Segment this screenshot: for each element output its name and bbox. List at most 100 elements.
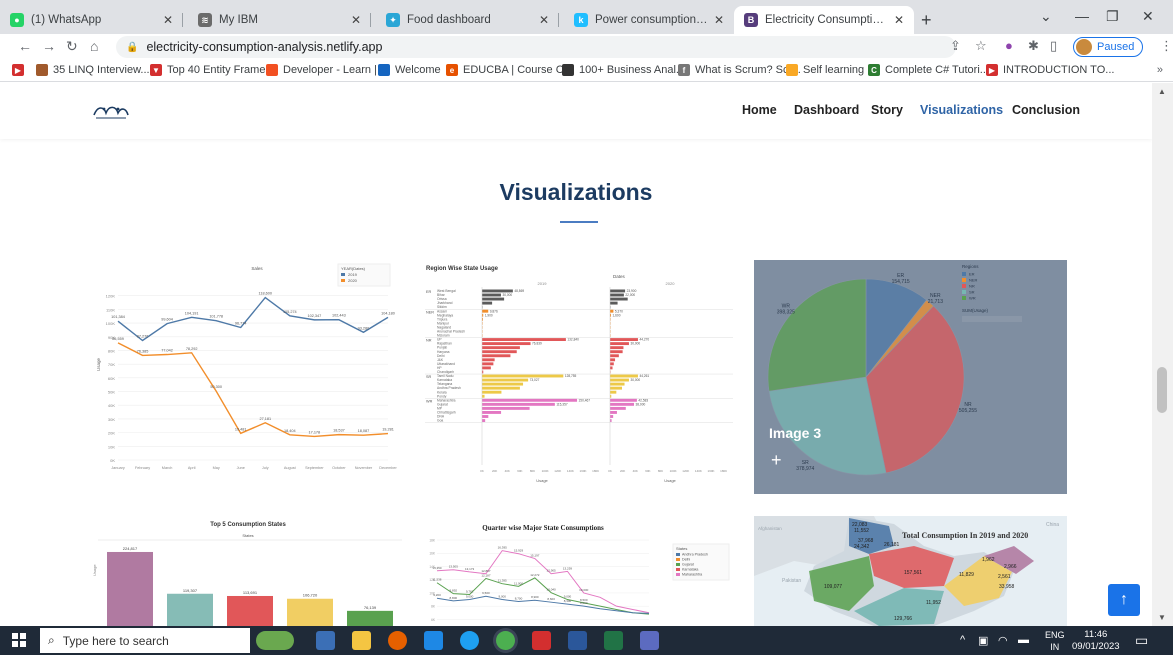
nav-dashboard[interactable]: Dashboard bbox=[794, 103, 859, 117]
map-value-label: 11,952 bbox=[926, 600, 941, 606]
nav-conclusion[interactable]: Conclusion bbox=[1012, 103, 1080, 117]
top5-states-bar-chart: Top 5 Consumption States States Usage 224,8… bbox=[92, 522, 402, 626]
chart-card-regional-pie[interactable]: ER 154,715 NER 21,713 NR 505,255 SR 378,974 WR 39… bbox=[754, 260, 1067, 494]
nav-visualizations[interactable]: Visualizations bbox=[920, 103, 1003, 117]
chart-card-monthly-usage[interactable]: 0K 10K 20K 30K 40K 50K 60K 70K 80K 90K 100K 110K 120… bbox=[92, 260, 398, 487]
taskbar-search-input[interactable]: ⌕ Type here to search bbox=[40, 628, 250, 653]
word-icon[interactable] bbox=[568, 631, 587, 650]
bar bbox=[610, 402, 634, 406]
bookmark-item[interactable]: C Complete C# Tutori... bbox=[868, 64, 989, 76]
firefox-icon[interactable] bbox=[388, 631, 407, 650]
tab-food-dashboard[interactable]: ✦ Food dashboard ✕ bbox=[376, 6, 559, 34]
windows-start-icon[interactable] bbox=[12, 633, 26, 647]
pie-slice-WR bbox=[767, 278, 867, 392]
more-bookmarks-icon[interactable]: » bbox=[1157, 64, 1163, 76]
bar bbox=[610, 354, 619, 358]
bookmark-item[interactable]: e EDUCBA | Course C... bbox=[446, 64, 573, 76]
language-indicator[interactable]: ENG IN bbox=[1045, 629, 1065, 653]
series-line-2020 bbox=[117, 342, 389, 438]
chart-card-top5-states[interactable]: Top 5 Consumption States States Usage 224,8… bbox=[92, 516, 405, 626]
edge-icon[interactable] bbox=[460, 631, 479, 650]
excel-icon[interactable] bbox=[604, 631, 623, 650]
tab-whatsapp[interactable]: ● (1) WhatsApp ✕ bbox=[0, 6, 183, 34]
chart-card-region-usage[interactable]: Region Wise State Usage Dates 2019 2020 ER We… bbox=[423, 260, 735, 487]
puzzle-icon[interactable]: ✱ bbox=[1028, 38, 1039, 54]
close-tab-icon[interactable]: ✕ bbox=[351, 13, 361, 27]
data-label: 76,139 bbox=[364, 605, 377, 610]
notifications-icon[interactable]: ▭ bbox=[1135, 632, 1148, 649]
tab-title: Power consumption in India(2019 bbox=[595, 14, 708, 26]
tab-search-icon[interactable]: ⌄ bbox=[1040, 8, 1052, 25]
y-tick-label: 0K bbox=[110, 458, 115, 463]
page-scrollbar[interactable]: ▲ ▼ bbox=[1152, 83, 1173, 626]
restore-icon[interactable]: ❐ bbox=[1106, 8, 1119, 25]
chart-card-india-map[interactable]: China Pakistan Afghanistan Total Consumptio… bbox=[754, 516, 1067, 626]
bar bbox=[610, 386, 622, 390]
expand-plus-icon[interactable]: + bbox=[771, 450, 782, 471]
scrollbar-thumb[interactable] bbox=[1157, 367, 1167, 413]
bookmark-item[interactable]: ▶ INTRODUCTION TO... bbox=[986, 64, 1114, 76]
tray-chevron-icon[interactable]: ^ bbox=[960, 634, 965, 646]
wifi-icon[interactable]: ◠ bbox=[998, 634, 1008, 647]
new-tab-icon[interactable]: + bbox=[921, 10, 932, 31]
region-usage-bar-chart: Region Wise State UsageDates2019 2020ER We… bbox=[425, 266, 733, 483]
close-tab-icon[interactable]: ✕ bbox=[539, 13, 549, 27]
back-arrow-icon[interactable]: ← bbox=[18, 38, 32, 54]
scroll-top-button[interactable]: ↑ bbox=[1108, 584, 1140, 616]
scroll-up-icon[interactable]: ▲ bbox=[1158, 87, 1166, 96]
data-label: 8,300 bbox=[564, 599, 572, 603]
bookmark-item[interactable]: 35 LINQ Interview... bbox=[36, 64, 150, 76]
x-tick-label: 0K bbox=[480, 469, 484, 473]
bar bbox=[610, 378, 629, 382]
task-view-icon[interactable] bbox=[316, 631, 335, 650]
nav-story[interactable]: Story bbox=[871, 103, 903, 117]
chrome-icon[interactable] bbox=[496, 631, 515, 650]
bookmark-item[interactable]: f What is Scrum? Scr... bbox=[678, 64, 801, 76]
whatsapp-icon: ● bbox=[10, 13, 24, 27]
data-label: 76,385 bbox=[137, 349, 149, 353]
tab-power-consumption[interactable]: k Power consumption in India(2019 ✕ bbox=[564, 6, 734, 34]
tab-electricity-analysis[interactable]: B Electricity Consumption Analysis ✕ bbox=[734, 6, 914, 34]
profile-button[interactable]: Paused bbox=[1073, 37, 1144, 57]
data-label: 17,178 bbox=[309, 430, 321, 434]
forward-arrow-icon[interactable]: → bbox=[42, 38, 56, 54]
share-icon[interactable]: ⇪ bbox=[950, 38, 961, 54]
legend-title: Regions bbox=[962, 264, 979, 269]
taskbar-clock[interactable]: 11:46 09/01/2023 bbox=[1072, 629, 1120, 653]
side-panel-icon[interactable]: ▯ bbox=[1050, 38, 1057, 54]
reload-icon[interactable]: ↻ bbox=[66, 38, 78, 55]
home-icon[interactable]: ⌂ bbox=[90, 38, 98, 54]
app-grid-icon[interactable] bbox=[640, 631, 659, 650]
scroll-down-icon[interactable]: ▼ bbox=[1158, 613, 1166, 622]
bookmark-youtube[interactable]: ▶ bbox=[12, 64, 29, 76]
chart-card-quarterly[interactable]: Quarter wise Major State Consumptions 6K 8… bbox=[423, 516, 735, 626]
minimize-icon[interactable]: — bbox=[1075, 8, 1089, 24]
bookmark-item[interactable]: 100+ Business Anal... bbox=[562, 64, 685, 76]
address-bar[interactable]: 🔒 electricity-consumption-analysis.netli… bbox=[116, 36, 956, 58]
data-label: 104,180 bbox=[381, 311, 395, 315]
vscode-icon[interactable] bbox=[424, 631, 443, 650]
weather-widget-icon[interactable] bbox=[256, 631, 294, 650]
y-tick-label: 80K bbox=[108, 348, 115, 353]
close-tab-icon[interactable]: ✕ bbox=[894, 13, 904, 27]
close-tab-icon[interactable]: ✕ bbox=[163, 13, 173, 27]
bar bbox=[482, 415, 489, 418]
close-window-icon[interactable]: ✕ bbox=[1142, 8, 1154, 25]
tray-app-icon[interactable]: ▣ bbox=[978, 634, 988, 647]
tab-my-ibm[interactable]: ≋ My IBM ✕ bbox=[188, 6, 371, 34]
data-label: 104,191 bbox=[185, 311, 199, 315]
site-logo[interactable] bbox=[92, 101, 130, 123]
bookmark-star-icon[interactable]: ☆ bbox=[975, 38, 987, 54]
data-label: 38,000 bbox=[636, 402, 646, 406]
close-tab-icon[interactable]: ✕ bbox=[714, 13, 724, 27]
battery-icon[interactable]: ▬ bbox=[1018, 634, 1029, 646]
acrobat-icon[interactable] bbox=[532, 631, 551, 650]
nav-home[interactable]: Home bbox=[742, 103, 777, 117]
extension-icon[interactable]: ● bbox=[1005, 38, 1013, 53]
bookmark-item[interactable]: ▼ Top 40 Entity Frame... bbox=[150, 64, 275, 76]
bookmark-item[interactable]: Developer - Learn |... bbox=[266, 64, 386, 76]
file-explorer-icon[interactable] bbox=[352, 631, 371, 650]
menu-kebab-icon[interactable]: ⋮ bbox=[1160, 38, 1173, 54]
bookmark-item[interactable]: Welcome bbox=[378, 64, 441, 76]
bookmark-item[interactable]: Self learning bbox=[786, 64, 864, 76]
